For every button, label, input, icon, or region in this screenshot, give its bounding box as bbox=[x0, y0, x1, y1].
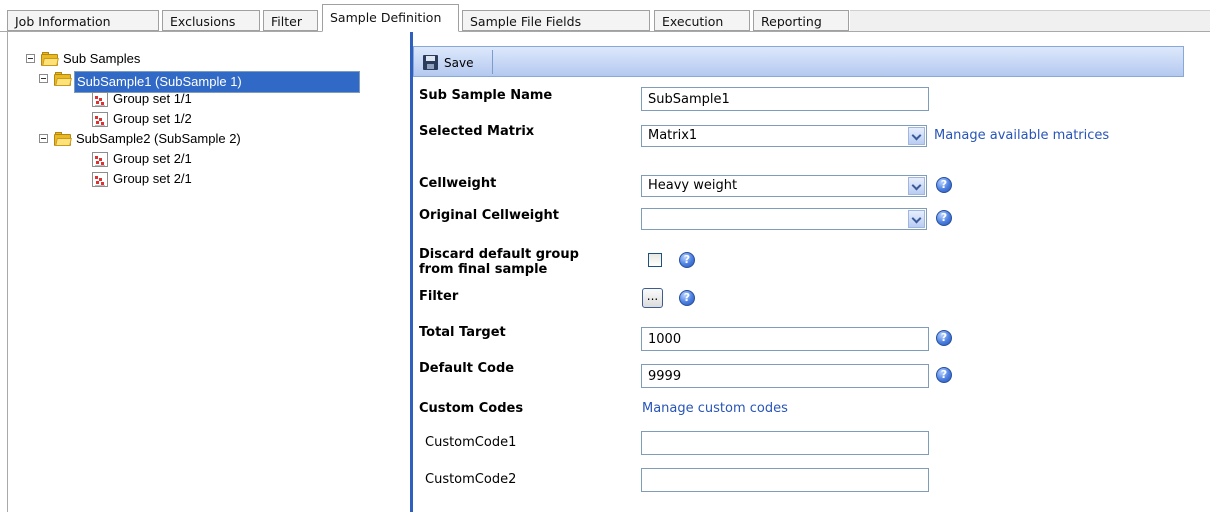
selected-matrix-value: Matrix1 bbox=[648, 128, 698, 143]
custom-code2-label: CustomCode2 bbox=[425, 472, 517, 487]
group-set-icon bbox=[92, 172, 108, 187]
help-icon[interactable]: ? bbox=[679, 252, 695, 268]
selected-matrix-select[interactable]: Matrix1 bbox=[641, 125, 927, 147]
sub-sample-name-label: Sub Sample Name bbox=[419, 88, 553, 103]
group-set-icon bbox=[92, 112, 108, 127]
total-target-input[interactable]: 1000 bbox=[641, 327, 929, 351]
cellweight-label: Cellweight bbox=[419, 176, 497, 191]
discard-default-label-line2: from final sample bbox=[419, 262, 548, 277]
chevron-down-icon[interactable] bbox=[908, 177, 925, 195]
cellweight-select[interactable]: Heavy weight bbox=[641, 175, 927, 197]
collapse-icon[interactable] bbox=[26, 54, 35, 63]
tree-node-label: SubSample1 (SubSample 1) bbox=[74, 71, 360, 93]
floppy-disk-icon bbox=[423, 55, 438, 70]
folder-icon bbox=[41, 52, 59, 66]
custom-code1-label: CustomCode1 bbox=[425, 435, 517, 450]
tab-strip-filler bbox=[850, 10, 1210, 31]
tab-bar: Job Information Exclusions Filter Sample… bbox=[0, 0, 1210, 32]
sub-sample-name-input[interactable]: SubSample1 bbox=[641, 87, 929, 111]
help-icon[interactable]: ? bbox=[936, 177, 952, 193]
tab-job-information[interactable]: Job Information bbox=[7, 10, 159, 31]
filter-label: Filter bbox=[419, 289, 459, 304]
group-set-icon bbox=[92, 152, 108, 167]
tree-leaf-label: Group set 1/1 bbox=[113, 91, 192, 106]
tree-leaf-label: Group set 2/1 bbox=[113, 151, 192, 166]
collapse-icon[interactable] bbox=[39, 74, 48, 83]
filter-browse-button[interactable]: ... bbox=[642, 288, 663, 308]
manage-matrices-link[interactable]: Manage available matrices bbox=[934, 128, 1109, 143]
save-label: Save bbox=[444, 56, 474, 70]
help-icon[interactable]: ? bbox=[936, 367, 952, 383]
custom-code1-input[interactable] bbox=[641, 431, 929, 455]
tree-root-label: Sub Samples bbox=[63, 51, 141, 66]
cellweight-value: Heavy weight bbox=[648, 178, 738, 193]
group-set-icon bbox=[92, 92, 108, 107]
help-icon[interactable]: ? bbox=[936, 210, 952, 226]
help-icon[interactable]: ? bbox=[936, 330, 952, 346]
open-folder-icon bbox=[54, 72, 72, 86]
custom-codes-label: Custom Codes bbox=[419, 401, 524, 416]
open-folder-icon bbox=[54, 132, 72, 146]
tree-leaf-label: Group set 2/1 bbox=[113, 171, 192, 186]
help-icon[interactable]: ? bbox=[679, 290, 695, 306]
panel-splitter[interactable] bbox=[410, 32, 413, 512]
manage-custom-codes-link[interactable]: Manage custom codes bbox=[642, 401, 788, 416]
discard-default-label-line1: Discard default group bbox=[419, 247, 579, 262]
tab-execution[interactable]: Execution bbox=[654, 10, 750, 31]
tab-sample-file-fields[interactable]: Sample File Fields bbox=[462, 10, 650, 31]
chevron-down-icon[interactable] bbox=[908, 127, 925, 145]
tab-exclusions[interactable]: Exclusions bbox=[162, 10, 260, 31]
default-code-input[interactable]: 9999 bbox=[641, 364, 929, 388]
custom-code2-input[interactable] bbox=[641, 468, 929, 492]
original-cellweight-select[interactable] bbox=[641, 208, 927, 230]
tab-reporting[interactable]: Reporting bbox=[753, 10, 849, 31]
discard-default-checkbox[interactable] bbox=[648, 253, 662, 267]
tab-filter[interactable]: Filter bbox=[263, 10, 318, 31]
total-target-label: Total Target bbox=[419, 325, 506, 340]
toolbar-separator bbox=[492, 50, 493, 74]
editor-toolbar: Save bbox=[413, 46, 1184, 77]
tree-node-label: SubSample2 (SubSample 2) bbox=[76, 131, 241, 146]
chevron-down-icon[interactable] bbox=[908, 210, 925, 228]
save-button[interactable]: Save bbox=[423, 54, 473, 72]
selected-matrix-label: Selected Matrix bbox=[419, 124, 535, 139]
tab-sample-definition[interactable]: Sample Definition bbox=[322, 4, 459, 32]
left-border bbox=[7, 32, 8, 512]
tree-leaf-label: Group set 1/2 bbox=[113, 111, 192, 126]
collapse-icon[interactable] bbox=[39, 134, 48, 143]
original-cellweight-label: Original Cellweight bbox=[419, 208, 560, 223]
default-code-label: Default Code bbox=[419, 361, 515, 376]
